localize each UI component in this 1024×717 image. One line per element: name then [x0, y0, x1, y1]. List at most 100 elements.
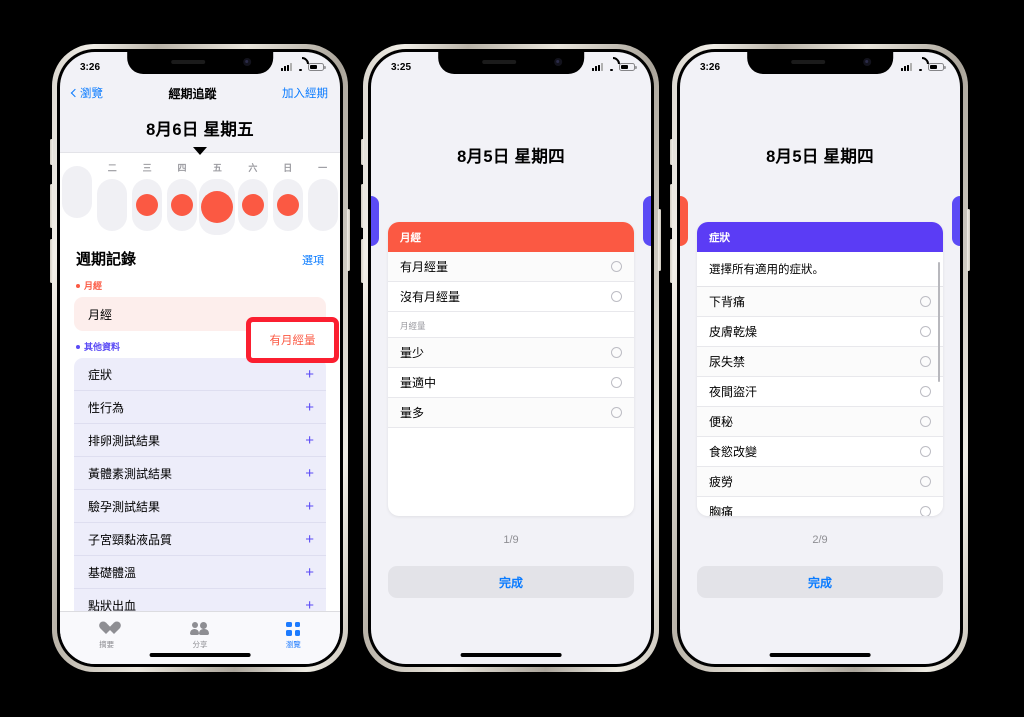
calendar-day-label: 一 [318, 163, 328, 173]
power-button[interactable] [967, 209, 970, 271]
other-data-row[interactable]: 性行為 + [74, 391, 326, 424]
add-icon[interactable]: + [305, 532, 314, 547]
other-data-row[interactable]: 點狀出血 + [74, 589, 326, 611]
card-header-label: 月經 [400, 231, 421, 244]
period-row-label: 月經 [88, 307, 113, 322]
add-icon[interactable]: + [305, 367, 314, 382]
volume-up-button[interactable] [670, 184, 673, 228]
volume-up-button[interactable] [361, 184, 364, 228]
annotation-label: 有月經量 [269, 335, 316, 347]
other-data-row[interactable]: 基礎體溫 + [74, 556, 326, 589]
radio-button[interactable] [611, 291, 622, 302]
status-time: 3:25 [391, 61, 412, 73]
power-button[interactable] [347, 209, 350, 271]
other-data-row[interactable]: 排卵測試結果 + [74, 424, 326, 457]
radio-button[interactable] [920, 446, 931, 457]
calendar-day-一[interactable]: 一 [305, 161, 340, 231]
calendar-day-label: 四 [177, 163, 187, 173]
selected-date-title: 8月5日 星期四 [457, 148, 565, 166]
card-rows: 有月經量 沒有月經量 月經量 量少 量適中 量多 [388, 252, 634, 428]
calendar-day-二[interactable]: 二 [95, 161, 130, 231]
radio-button[interactable] [920, 476, 931, 487]
radio-button[interactable] [920, 296, 931, 307]
home-indicator[interactable] [769, 653, 871, 657]
battery-icon [308, 63, 326, 71]
radio-button[interactable] [920, 506, 931, 516]
other-data-list: 症狀 + 性行為 + 排卵測試結果 + 黃體素測試結果 + 驗孕測試結果 + 子宮頸黏液品質 + 基礎體… [74, 358, 326, 611]
radio-button[interactable] [611, 347, 622, 358]
calendar-day-日[interactable]: 日 [270, 161, 305, 231]
highlight-annotation-box: 有月經量 [246, 317, 339, 363]
add-icon[interactable]: + [305, 565, 314, 580]
previous-card-peek[interactable] [371, 196, 379, 246]
radio-button[interactable] [920, 416, 931, 427]
next-card-peek[interactable] [643, 196, 651, 246]
silent-switch[interactable] [670, 139, 673, 165]
tab-瀏覽[interactable]: 瀏覽 [247, 612, 340, 654]
period-flow-dot [136, 194, 159, 216]
calendar-week-strip[interactable]: 二三 四 五 六日 一 [60, 152, 340, 235]
option-row[interactable]: 食慾改變 [697, 437, 943, 467]
radio-button[interactable] [611, 407, 622, 418]
silent-switch[interactable] [50, 139, 53, 165]
phone-1: 3:26 瀏覽 經期追蹤 加入經期 8月6日 星期五 二 三 四 五 六 日 一… [50, 44, 350, 672]
option-row[interactable]: 疲勞 [697, 467, 943, 497]
previous-card-peek[interactable] [680, 196, 688, 246]
add-icon[interactable]: + [305, 466, 314, 481]
period-flow-dot [276, 194, 299, 216]
add-icon[interactable]: + [305, 598, 314, 611]
option-label: 有月經量 [400, 260, 449, 274]
option-row[interactable]: 皮膚乾燥 [697, 317, 943, 347]
earpiece-speaker [481, 60, 516, 64]
period-flow-dot [171, 194, 193, 216]
radio-button[interactable] [611, 377, 622, 388]
done-button[interactable]: 完成 [388, 566, 634, 598]
tab-label: 瀏覽 [285, 639, 301, 649]
next-card-peek[interactable] [952, 196, 960, 246]
tab-分享[interactable]: 分享 [153, 612, 246, 654]
other-data-row-label: 黃體素測試結果 [88, 466, 173, 481]
option-row[interactable]: 尿失禁 [697, 347, 943, 377]
volume-down-button[interactable] [670, 239, 673, 283]
option-row[interactable]: 胸痛 [697, 497, 943, 516]
done-button[interactable]: 完成 [697, 566, 943, 598]
add-icon[interactable]: + [305, 433, 314, 448]
radio-button[interactable] [611, 261, 622, 272]
option-row[interactable]: 量少 [388, 338, 634, 368]
home-indicator[interactable] [460, 653, 562, 657]
card-scrollbar[interactable] [938, 262, 940, 382]
option-row[interactable]: 便秘 [697, 407, 943, 437]
option-row[interactable]: 夜間盜汗 [697, 377, 943, 407]
radio-button[interactable] [920, 326, 931, 337]
calendar-day-edge[interactable] [60, 161, 95, 218]
volume-up-button[interactable] [50, 184, 53, 228]
radio-button[interactable] [920, 356, 931, 367]
calendar-day-六[interactable]: 六 [235, 161, 270, 231]
back-button[interactable]: 瀏覽 [70, 85, 103, 101]
other-data-row[interactable]: 驗孕測試結果 + [74, 490, 326, 523]
calendar-day-label: 五 [212, 163, 222, 173]
option-row[interactable]: 沒有月經量 [388, 282, 634, 312]
option-row[interactable]: 下背痛 [697, 287, 943, 317]
tab-摘要[interactable]: 摘要 [60, 612, 153, 654]
add-icon[interactable]: + [305, 400, 314, 415]
silent-switch[interactable] [361, 139, 364, 165]
selected-date-title: 8月6日 星期五 [146, 121, 254, 139]
calendar-day-四[interactable]: 四 [165, 161, 200, 231]
option-row[interactable]: 量多 [388, 398, 634, 428]
power-button[interactable] [658, 209, 661, 271]
volume-down-button[interactable] [361, 239, 364, 283]
other-data-row[interactable]: 子宮頸黏液品質 + [74, 523, 326, 556]
options-link[interactable]: 選項 [302, 252, 324, 268]
home-indicator[interactable] [149, 653, 251, 657]
calendar-day-三[interactable]: 三 [130, 161, 165, 231]
add-period-button[interactable]: 加入經期 [282, 85, 328, 101]
option-row[interactable]: 量適中 [388, 368, 634, 398]
radio-button[interactable] [920, 386, 931, 397]
cellular-signal-icon [901, 63, 912, 71]
other-data-row[interactable]: 黃體素測試結果 + [74, 457, 326, 490]
add-icon[interactable]: + [305, 499, 314, 514]
option-row[interactable]: 有月經量 [388, 252, 634, 282]
volume-down-button[interactable] [50, 239, 53, 283]
calendar-day-五[interactable]: 五 [199, 161, 236, 235]
